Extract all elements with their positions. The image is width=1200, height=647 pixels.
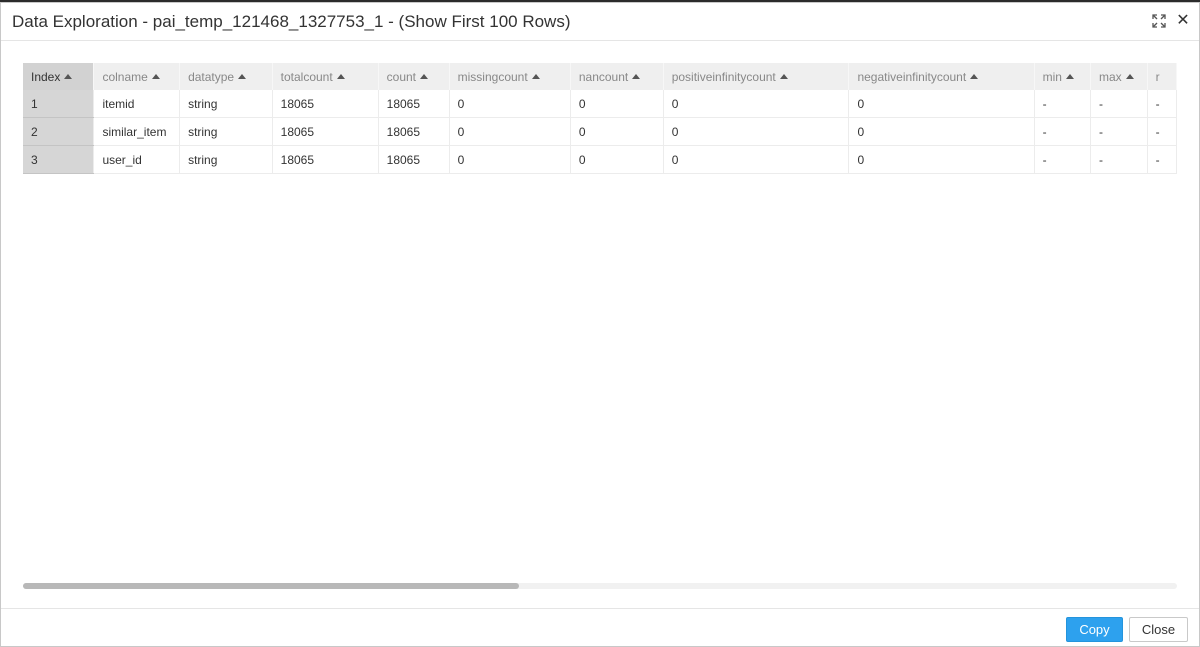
column-header-negativeinfinitycount[interactable]: negativeinfinitycount (848, 63, 1035, 90)
scrollbar-thumb[interactable] (23, 583, 519, 589)
table-cell: 0 (449, 90, 571, 118)
table-cell: 18065 (378, 117, 450, 146)
column-header-truncated[interactable]: r (1147, 63, 1177, 90)
column-header-min[interactable]: min (1034, 63, 1091, 90)
copy-button[interactable]: Copy (1066, 617, 1123, 642)
table-cell: user_id (93, 145, 181, 174)
table-cell: - (1147, 145, 1177, 174)
sort-asc-icon (336, 73, 345, 79)
table-cell: - (1034, 117, 1091, 146)
table-cell: string (179, 145, 273, 174)
table-header-row: Index colname datatype totalcount count … (23, 63, 1177, 90)
table-cell: - (1090, 145, 1148, 174)
column-header-missingcount[interactable]: missingcount (449, 63, 571, 90)
table-cell-index: 2 (23, 117, 95, 146)
table-cell: - (1034, 145, 1091, 174)
sort-asc-icon (970, 73, 979, 79)
table-cell: 18065 (378, 90, 450, 118)
column-header-max[interactable]: max (1090, 63, 1148, 90)
table-cell: 0 (570, 90, 664, 118)
table-cell: similar_item (93, 117, 181, 146)
table-cell: - (1147, 117, 1177, 146)
table-row: 3 user_id string 18065 18065 0 0 0 0 - -… (23, 145, 1177, 174)
sort-asc-icon (238, 73, 247, 79)
table-cell: 18065 (272, 117, 379, 146)
table-cell: 0 (570, 145, 664, 174)
sort-asc-icon (1065, 73, 1074, 79)
table-cell: 0 (848, 117, 1035, 146)
column-header-nancount[interactable]: nancount (570, 63, 664, 90)
data-table-container[interactable]: Index colname datatype totalcount count … (23, 63, 1177, 583)
column-header-count[interactable]: count (378, 63, 450, 90)
table-cell: string (179, 90, 273, 118)
table-cell: - (1147, 90, 1177, 118)
column-header-datatype[interactable]: datatype (179, 63, 273, 90)
data-exploration-dialog: Data Exploration - pai_temp_121468_13277… (0, 2, 1200, 647)
table-cell: 0 (848, 145, 1035, 174)
dialog-header: Data Exploration - pai_temp_121468_13277… (1, 3, 1199, 41)
table-cell: string (179, 117, 273, 146)
sort-asc-icon (1125, 73, 1134, 79)
table-cell: - (1090, 90, 1148, 118)
table-cell: 18065 (272, 145, 379, 174)
table-cell: 0 (449, 145, 571, 174)
table-cell-index: 1 (23, 90, 95, 118)
table-cell: 0 (663, 145, 850, 174)
dialog-footer: Copy Close (1, 608, 1199, 647)
table-cell: 0 (663, 117, 850, 146)
table-cell: 0 (449, 117, 571, 146)
sort-asc-icon (151, 73, 160, 79)
table-cell: - (1034, 90, 1091, 118)
table-row: 1 itemid string 18065 18065 0 0 0 0 - - … (23, 90, 1177, 118)
table-row: 2 similar_item string 18065 18065 0 0 0 … (23, 117, 1177, 146)
table-cell: 18065 (378, 145, 450, 174)
table-cell: itemid (93, 90, 181, 118)
dialog-title: Data Exploration - pai_temp_121468_13277… (12, 12, 571, 31)
column-header-totalcount[interactable]: totalcount (272, 63, 379, 90)
expand-icon[interactable] (1151, 13, 1167, 29)
data-table: Index colname datatype totalcount count … (23, 63, 1177, 174)
close-icon[interactable]: ✕ (1175, 13, 1191, 29)
column-header-positiveinfinitycount[interactable]: positiveinfinitycount (663, 63, 850, 90)
sort-asc-icon (64, 73, 73, 79)
sort-asc-icon (779, 73, 788, 79)
horizontal-scrollbar[interactable] (23, 583, 1177, 589)
column-header-colname[interactable]: colname (93, 63, 181, 90)
table-cell: - (1090, 117, 1148, 146)
column-header-index[interactable]: Index (23, 63, 95, 90)
table-cell: 0 (848, 90, 1035, 118)
close-button[interactable]: Close (1129, 617, 1188, 642)
table-cell: 18065 (272, 90, 379, 118)
sort-asc-icon (420, 73, 429, 79)
sort-asc-icon (531, 73, 540, 79)
table-cell: 0 (663, 90, 850, 118)
table-cell-index: 3 (23, 145, 95, 174)
sort-asc-icon (632, 73, 641, 79)
table-cell: 0 (570, 117, 664, 146)
